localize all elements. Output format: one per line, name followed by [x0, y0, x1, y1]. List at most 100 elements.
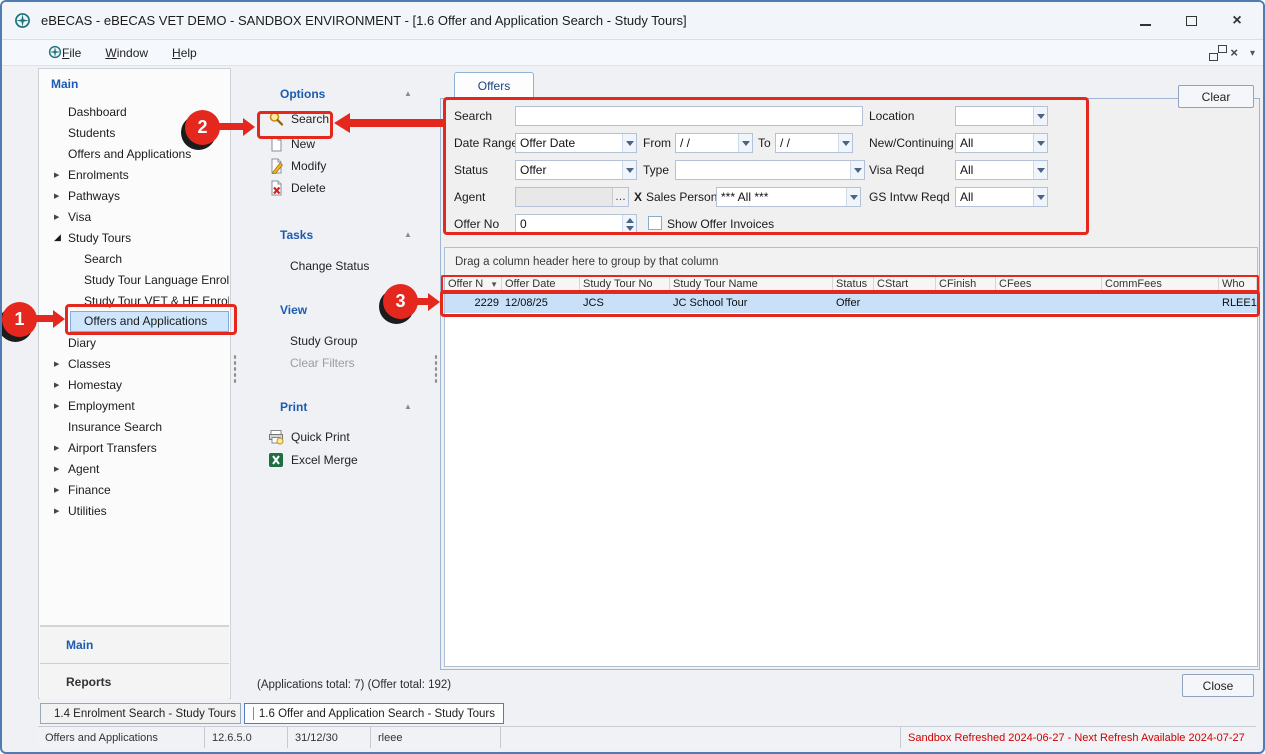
offer-no-stepper[interactable]: 0 [515, 214, 637, 234]
tree-collapse-icon[interactable]: ▶ [54, 213, 68, 221]
chevron-down-icon[interactable] [1033, 134, 1047, 152]
search-input[interactable] [515, 106, 863, 126]
visa-reqd-select[interactable]: All [955, 160, 1048, 180]
agent-clear-button[interactable]: X [634, 187, 642, 207]
sidebar-item-study-tour-language-enrolments[interactable]: Study Tour Language Enrolme [40, 269, 229, 290]
column-header-cstart[interactable]: CStart [874, 276, 936, 292]
sidebar-item-study-tour-vet-he-enrolments[interactable]: Study Tour VET & HE Enrolme [40, 290, 229, 311]
chevron-down-icon[interactable] [850, 161, 864, 179]
column-header-study-tour-no[interactable]: Study Tour No [580, 276, 670, 292]
gs-intvw-select[interactable]: All [955, 187, 1048, 207]
chevron-down-icon[interactable] [738, 134, 752, 152]
from-date-picker[interactable]: / / [675, 133, 753, 153]
sidebar-item-offers-applications[interactable]: Offers and Applications [40, 143, 229, 164]
close-tab-button[interactable]: Close [1182, 674, 1254, 697]
sidebar-item-pathways[interactable]: ▶Pathways [40, 185, 229, 206]
date-range-select[interactable]: Offer Date [515, 133, 637, 153]
minimize-icon[interactable] [1137, 13, 1153, 29]
section-collapse-icon[interactable]: ▲ [404, 89, 412, 98]
column-header-who[interactable]: Who [1219, 276, 1257, 292]
delete-button[interactable]: Delete [268, 180, 326, 196]
tree-collapse-icon[interactable]: ▶ [54, 402, 68, 410]
modify-button[interactable]: Modify [268, 158, 326, 174]
agent-lookup-icon[interactable]: … [612, 188, 628, 206]
study-group-button[interactable]: Study Group [290, 334, 357, 348]
column-header-cfinish[interactable]: CFinish [936, 276, 996, 292]
grid-row-selected[interactable]: 2229 12/08/25 JCS JC School Tour Offer R… [445, 293, 1257, 313]
chevron-down-icon[interactable] [622, 134, 636, 152]
to-date-picker[interactable]: / / [775, 133, 853, 153]
sidebar-item-homestay[interactable]: ▶Homestay [40, 374, 229, 395]
agent-field[interactable]: … [515, 187, 629, 207]
type-select[interactable] [675, 160, 865, 180]
sidebar-item-study-tours-offers-applications[interactable]: Offers and Applications [70, 311, 229, 332]
column-header-offer-no[interactable]: Offer N▼ [445, 276, 502, 292]
sales-person-select[interactable]: *** All *** [716, 187, 861, 207]
clear-filters-button[interactable]: Clear Filters [290, 356, 355, 370]
sidebar-section-reports[interactable]: Reports [40, 663, 229, 699]
sidebar-item-students[interactable]: Students [40, 122, 229, 143]
sidebar-item-utilities[interactable]: ▶Utilities [40, 500, 229, 521]
sidebar-item-study-tours[interactable]: ◢Study Tours [40, 227, 229, 248]
maximize-icon[interactable] [1183, 13, 1199, 29]
sidebar-item-classes[interactable]: ▶Classes [40, 353, 229, 374]
sidebar-item-employment[interactable]: ▶Employment [40, 395, 229, 416]
tree-collapse-icon[interactable]: ▶ [54, 171, 68, 179]
column-header-study-tour-name[interactable]: Study Tour Name [670, 276, 833, 292]
chevron-down-icon[interactable] [1033, 188, 1047, 206]
tree-collapse-icon[interactable]: ▶ [54, 360, 68, 368]
sidebar-item-diary[interactable]: Diary [40, 332, 229, 353]
chevron-down-icon[interactable] [1033, 107, 1047, 125]
tree-collapse-icon[interactable]: ▶ [54, 465, 68, 473]
tab-offers[interactable]: Offers [454, 72, 534, 99]
tree-expand-icon[interactable]: ◢ [54, 232, 68, 243]
new-button[interactable]: New [268, 136, 315, 152]
sidebar-item-enrolments[interactable]: ▶Enrolments [40, 164, 229, 185]
close-icon[interactable]: × [1229, 13, 1245, 29]
tab-enrolment-search[interactable]: 1.4 Enrolment Search - Study Tours [40, 703, 241, 724]
section-collapse-icon[interactable]: ▲ [404, 230, 412, 239]
tab-offer-application-search[interactable]: 1.6 Offer and Application Search - Study… [244, 703, 504, 724]
clear-button[interactable]: Clear [1178, 85, 1254, 108]
chevron-down-icon[interactable] [622, 161, 636, 179]
menu-window[interactable]: Window [95, 42, 158, 64]
status-select[interactable]: Offer [515, 160, 637, 180]
tree-collapse-icon[interactable]: ▶ [54, 486, 68, 494]
column-header-cfees[interactable]: CFees [996, 276, 1102, 292]
menu-overflow-icon[interactable]: ▾ [1250, 48, 1255, 59]
chevron-down-icon[interactable] [1033, 161, 1047, 179]
sidebar-item-study-tours-search[interactable]: Search [40, 248, 229, 269]
excel-merge-button[interactable]: Excel Merge [268, 452, 358, 468]
stepper-arrows-icon[interactable] [622, 215, 636, 233]
new-continuing-select[interactable]: All [955, 133, 1048, 153]
sidebar-item-visa[interactable]: ▶Visa [40, 206, 229, 227]
sidebar-item-label: Visa [68, 210, 91, 224]
chevron-down-icon[interactable] [838, 134, 852, 152]
tree-collapse-icon[interactable]: ▶ [54, 192, 68, 200]
sort-desc-icon[interactable]: ▼ [490, 280, 498, 289]
mdi-close-icon[interactable]: × [1230, 47, 1238, 59]
sidebar-item-airport-transfers[interactable]: ▶Airport Transfers [40, 437, 229, 458]
location-select[interactable] [955, 106, 1048, 126]
column-header-commfees[interactable]: CommFees [1102, 276, 1219, 292]
sidebar-section-main[interactable]: Main [40, 625, 229, 663]
tree-collapse-icon[interactable]: ▶ [54, 507, 68, 515]
grid-group-panel[interactable]: Drag a column header here to group by th… [445, 248, 1257, 276]
splitter-handle[interactable] [432, 68, 440, 670]
sidebar-item-agent[interactable]: ▶Agent [40, 458, 229, 479]
change-status-button[interactable]: Change Status [290, 259, 369, 273]
column-header-status[interactable]: Status [833, 276, 874, 292]
quick-print-button[interactable]: Quick Print [268, 429, 350, 445]
sidebar-item-finance[interactable]: ▶Finance [40, 479, 229, 500]
menu-help[interactable]: Help [162, 42, 207, 64]
splitter-handle[interactable] [231, 68, 239, 670]
sidebar-item-dashboard[interactable]: Dashboard [40, 101, 229, 122]
column-header-offer-date[interactable]: Offer Date [502, 276, 580, 292]
show-offer-invoices-checkbox[interactable] [648, 216, 662, 230]
tree-collapse-icon[interactable]: ▶ [54, 381, 68, 389]
section-collapse-icon[interactable]: ▲ [404, 402, 412, 411]
tree-collapse-icon[interactable]: ▶ [54, 444, 68, 452]
chevron-down-icon[interactable] [846, 188, 860, 206]
sidebar-item-insurance-search[interactable]: Insurance Search [40, 416, 229, 437]
search-button[interactable]: Search [268, 111, 329, 127]
